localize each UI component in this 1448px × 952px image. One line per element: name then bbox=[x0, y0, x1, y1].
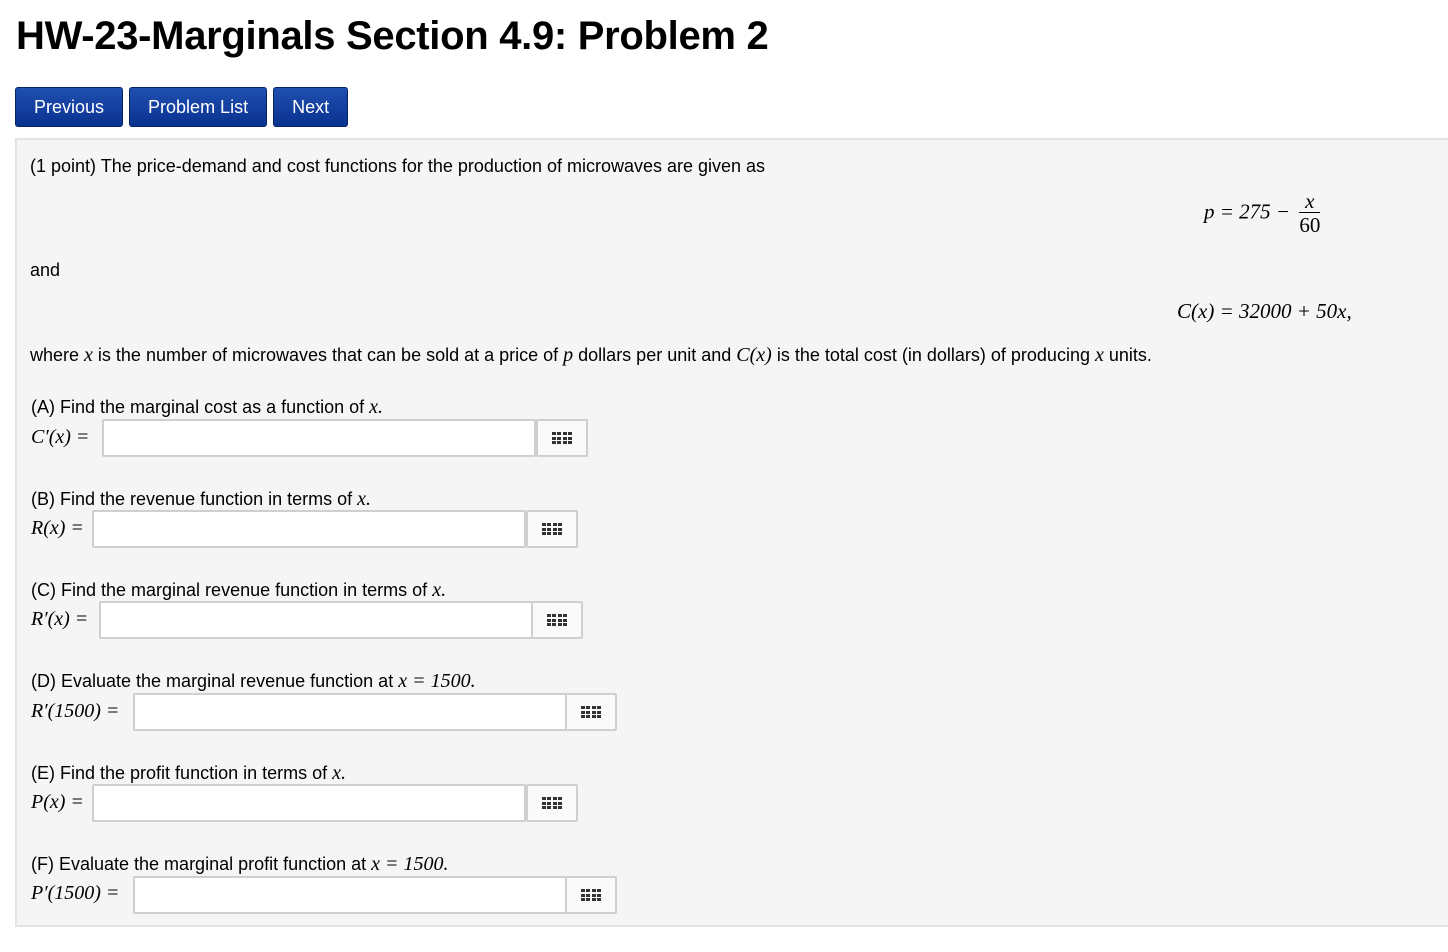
where-text-part: is the total cost (in dollars) of produc… bbox=[771, 345, 1095, 365]
part-b-answer-label: R(x) = bbox=[31, 517, 84, 540]
next-button[interactable]: Next bbox=[273, 87, 349, 127]
part-a-answer-label-text: C′(x) = bbox=[31, 426, 90, 448]
part-e-answer-input[interactable] bbox=[92, 784, 526, 822]
part-b-question-text: (B) Find the revenue function in terms o… bbox=[31, 489, 358, 509]
part-d-answer-input[interactable] bbox=[133, 693, 567, 731]
price-equation-fraction: x 60 bbox=[1299, 190, 1321, 237]
part-e-answer-label: P(x) = bbox=[31, 791, 84, 814]
part-c-equation-editor-button[interactable] bbox=[531, 601, 583, 639]
part-f-answer-label-text: P′(1500) = bbox=[31, 882, 120, 904]
price-demand-equation: p = 275 − x 60 bbox=[1204, 190, 1321, 237]
where-text-math: x bbox=[84, 344, 93, 366]
part-b-question-math: x. bbox=[357, 488, 372, 510]
part-a-question-math: x. bbox=[369, 396, 384, 418]
problem-navigation: Previous Problem List Next bbox=[15, 87, 349, 127]
grid-icon bbox=[551, 432, 573, 444]
part-f-question-text: (F) Evaluate the marginal profit functio… bbox=[31, 854, 372, 874]
part-e-answer-label-text: P(x) = bbox=[31, 791, 84, 813]
part-a-question: (A) Find the marginal cost as a function… bbox=[31, 396, 383, 419]
where-text: where x is the number of microwaves that… bbox=[30, 344, 1152, 367]
grid-icon bbox=[580, 706, 602, 718]
part-e-question-math: x. bbox=[332, 762, 347, 784]
part-a-answer-label: C′(x) = bbox=[31, 426, 89, 449]
problem-list-button[interactable]: Problem List bbox=[129, 87, 268, 127]
and-text: and bbox=[30, 260, 61, 280]
where-text-math: C(x) bbox=[736, 344, 772, 366]
where-text-part: is the number of microwaves that can be … bbox=[92, 345, 564, 365]
grid-icon bbox=[580, 889, 602, 901]
price-equation-lhs: p = 275 − bbox=[1204, 199, 1291, 224]
price-equation-denominator: 60 bbox=[1299, 213, 1321, 237]
part-d-answer-label-text: R′(1500) = bbox=[31, 700, 120, 722]
where-text-part: where bbox=[30, 345, 85, 365]
part-e-equation-editor-button[interactable] bbox=[526, 784, 578, 822]
part-b-answer-input[interactable] bbox=[92, 510, 526, 548]
part-f-equation-editor-button[interactable] bbox=[565, 876, 617, 914]
part-b-answer-label-text: R(x) = bbox=[31, 517, 84, 539]
part-f-answer-input[interactable] bbox=[133, 876, 567, 914]
grid-icon bbox=[541, 797, 563, 809]
part-f-question: (F) Evaluate the marginal profit functio… bbox=[31, 853, 449, 876]
part-c-answer-label: R′(x) = bbox=[31, 608, 88, 631]
part-d-equation-editor-button[interactable] bbox=[565, 693, 617, 731]
grid-icon bbox=[546, 614, 568, 626]
part-b-equation-editor-button[interactable] bbox=[526, 510, 578, 548]
grid-icon bbox=[541, 523, 563, 535]
part-f-question-math: x = 1500. bbox=[371, 853, 449, 875]
part-d-question: (D) Evaluate the marginal revenue functi… bbox=[31, 670, 476, 693]
part-b-question: (B) Find the revenue function in terms o… bbox=[31, 488, 371, 511]
cost-equation: C(x) = 32000 + 50x, bbox=[1177, 299, 1352, 323]
part-f-answer-label: P′(1500) = bbox=[31, 882, 119, 905]
part-d-question-math: x = 1500. bbox=[398, 670, 476, 692]
problem-body: (1 point) The price-demand and cost func… bbox=[15, 138, 1448, 927]
where-text-math: p bbox=[563, 344, 574, 366]
part-c-question: (C) Find the marginal revenue function i… bbox=[31, 579, 446, 602]
part-a-question-text: (A) Find the marginal cost as a function… bbox=[31, 397, 370, 417]
part-e-question: (E) Find the profit function in terms of… bbox=[31, 762, 346, 785]
part-c-question-text: (C) Find the marginal revenue function i… bbox=[31, 580, 433, 600]
part-a-equation-editor-button[interactable] bbox=[536, 419, 588, 457]
where-text-math: x bbox=[1094, 344, 1104, 366]
part-e-question-text: (E) Find the profit function in terms of bbox=[31, 763, 333, 783]
part-c-question-math: x. bbox=[432, 579, 447, 601]
previous-button[interactable]: Previous bbox=[15, 87, 124, 127]
price-equation-numerator: x bbox=[1299, 190, 1321, 213]
part-d-question-text: (D) Evaluate the marginal revenue functi… bbox=[31, 671, 399, 691]
problem-intro: (1 point) The price-demand and cost func… bbox=[30, 156, 766, 176]
part-c-answer-label-text: R′(x) = bbox=[31, 608, 89, 630]
part-a-answer-input[interactable] bbox=[102, 419, 536, 457]
where-text-part: dollars per unit and bbox=[573, 345, 737, 365]
where-text-part: units. bbox=[1103, 345, 1152, 365]
part-d-answer-label: R′(1500) = bbox=[31, 700, 119, 723]
page-title: HW-23-Marginals Section 4.9: Problem 2 bbox=[16, 14, 769, 58]
part-c-answer-input[interactable] bbox=[99, 601, 533, 639]
